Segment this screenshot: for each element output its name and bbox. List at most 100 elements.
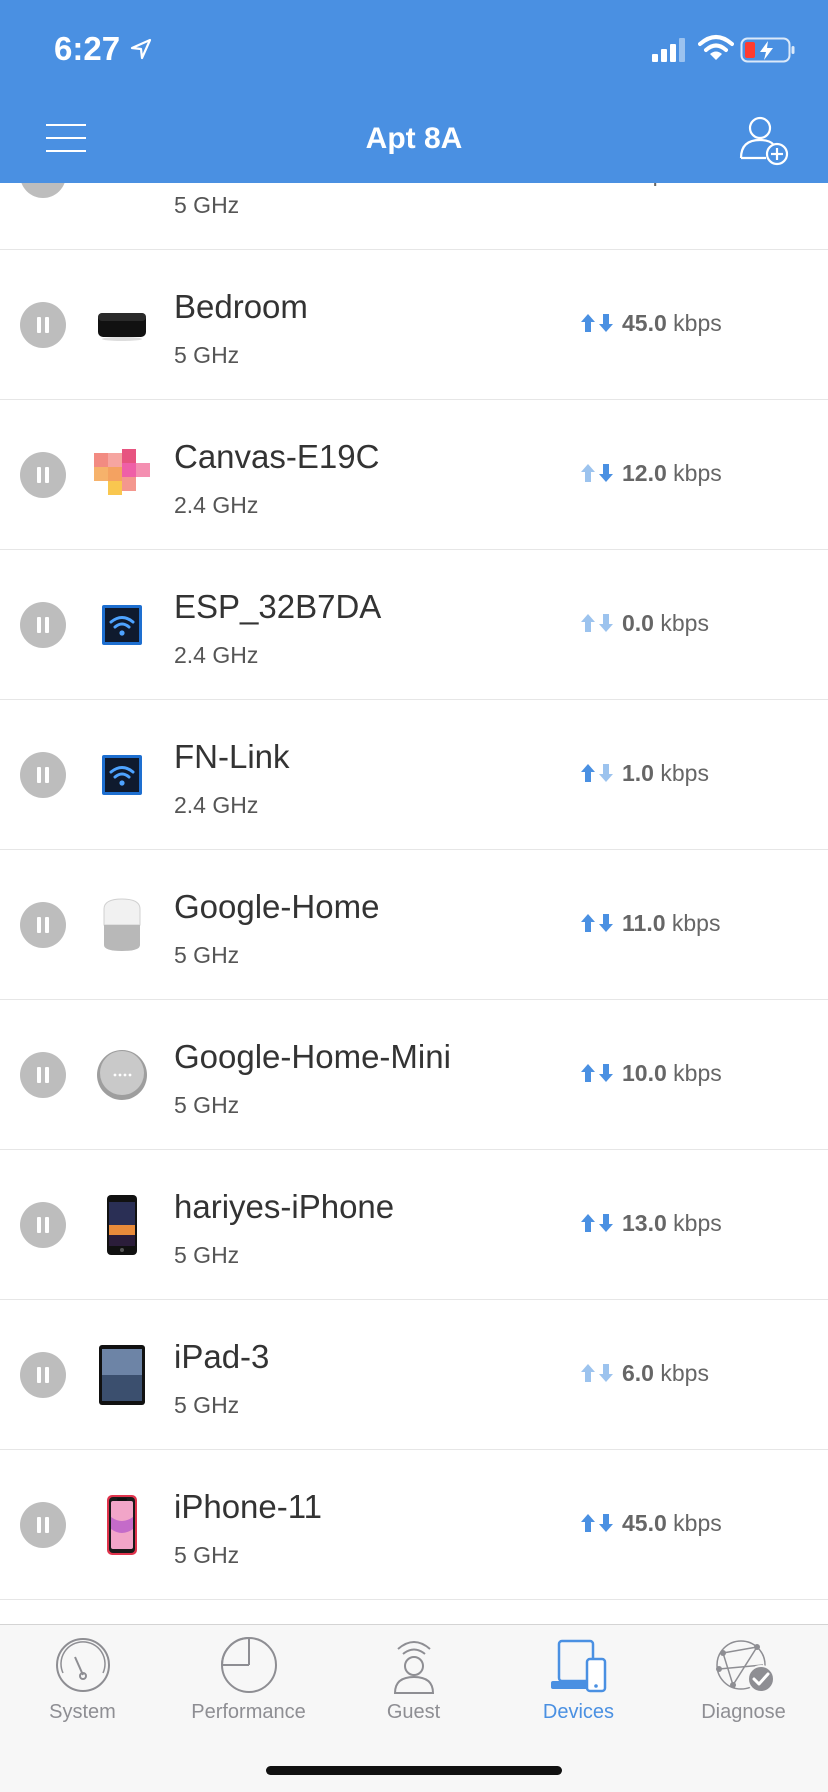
rate-unit: kbps: [673, 1060, 722, 1086]
tab-label: Performance: [191, 1701, 306, 1723]
tab-guest[interactable]: Guest: [331, 1635, 496, 1745]
pause-button[interactable]: [20, 1352, 66, 1398]
pause-button[interactable]: [20, 1202, 66, 1248]
iphone-11-icon: [107, 1495, 137, 1555]
device-name: hariyes-iPhone: [174, 1188, 395, 1225]
device-row[interactable]: FN-Link 2.4 GHz 1.0 kbps: [0, 700, 828, 850]
pause-button[interactable]: [20, 302, 66, 348]
rate-unit: kbps: [673, 310, 722, 336]
pause-button[interactable]: [20, 602, 66, 648]
device-band: 2.4 GHz: [174, 492, 259, 518]
google-home-icon: [103, 898, 141, 951]
device-name: FN-Link: [174, 738, 290, 775]
wifi-device-icon: [102, 605, 142, 645]
device-row[interactable]: ESP_32B7DA 2.4 GHz 0.0 kbps: [0, 550, 828, 700]
canvas-icon: [94, 449, 150, 495]
device-rate: 13.0 kbps: [580, 1210, 722, 1237]
rate-unit: kbps: [673, 460, 722, 486]
guest-icon: [393, 1641, 434, 1694]
device-name: Bedroom: [174, 288, 308, 325]
device-rate: 10.0 kbps: [580, 1060, 722, 1087]
rate-value: 10.0: [622, 1060, 667, 1086]
device-row[interactable]: iPhone-11 5 GHz 45.0 kbps: [0, 1450, 828, 1600]
device-row[interactable]: hariyes-iPhone 5 GHz 13.0 kbps: [0, 1150, 828, 1300]
device-band: 5 GHz: [174, 942, 240, 968]
location-arrow-icon: [130, 38, 152, 60]
device-band: 5 GHz: [174, 1092, 240, 1118]
wifi-status-icon: [698, 35, 734, 60]
header: 6:27 Apt 8A: [0, 0, 828, 183]
device-band: 5 GHz: [174, 1392, 240, 1418]
rate-unit: kbps: [673, 1510, 722, 1536]
tab-performance[interactable]: Performance: [166, 1635, 331, 1745]
up-down-arrows-icon: [581, 914, 613, 932]
device-rate: 45.0 kbps: [580, 310, 722, 337]
up-down-arrows-icon: [581, 464, 613, 482]
ipad-icon: [99, 1345, 145, 1405]
devices-icon: [550, 1639, 606, 1693]
rate-unit: kbps: [673, 1210, 722, 1236]
device-row[interactable]: Google-Home 5 GHz 11.0 kbps: [0, 850, 828, 1000]
up-down-arrows-icon: [581, 1064, 613, 1082]
rate-value: 45.0: [622, 310, 667, 336]
tab-label: System: [49, 1701, 116, 1723]
device-rate: 11.0 kbps: [580, 910, 720, 937]
rate-unit: kbps: [660, 610, 709, 636]
status-bar: 6:27: [0, 0, 828, 100]
device-name: Google-Home-Mini: [174, 1038, 451, 1075]
device-name: Canvas-E19C: [174, 438, 380, 475]
device-row[interactable]: Canvas-E19C 2.4 GHz 12.0 kbps: [0, 400, 828, 550]
pause-button[interactable]: [20, 902, 66, 948]
rate-unit: kbps: [660, 760, 709, 786]
device-band: 5 GHz: [174, 1542, 240, 1568]
pie-chart-icon: [220, 1637, 277, 1693]
pause-button[interactable]: [20, 452, 66, 498]
add-user-icon[interactable]: [738, 112, 792, 166]
pause-button[interactable]: [20, 1502, 66, 1548]
diagnose-icon: [715, 1640, 775, 1693]
device-rate: 6.0 kbps: [580, 1360, 709, 1387]
tab-label: Guest: [386, 1701, 441, 1723]
device-band: 5 GHz: [174, 342, 240, 368]
device-band: 5 GHz: [174, 192, 240, 218]
pause-button[interactable]: [20, 752, 66, 798]
wifi-device-icon: [102, 755, 142, 795]
rate-value: 0.0: [622, 610, 654, 636]
device-rate: 12.0 kbps: [580, 460, 722, 487]
device-list[interactable]: 5 GHz kbps Bedroom 5 GHz 45.0 kbps: [0, 100, 828, 1625]
up-down-arrows-icon: [581, 1364, 613, 1382]
device-rate: 45.0 kbps: [580, 1510, 722, 1537]
up-down-arrows-icon: [581, 614, 613, 632]
iphone-icon: [107, 1195, 137, 1255]
rate-value: 13.0: [622, 1210, 667, 1236]
device-band: 5 GHz: [174, 1242, 240, 1268]
tab-label: Devices: [542, 1701, 615, 1723]
pause-button[interactable]: [20, 1052, 66, 1098]
tab-label: Diagnose: [701, 1701, 786, 1723]
battery-charging-icon: [740, 37, 795, 63]
up-down-arrows-icon: [581, 1214, 613, 1232]
rate-unit: kbps: [660, 1360, 709, 1386]
rate-value: 45.0: [622, 1510, 667, 1536]
tab-devices[interactable]: Devices: [496, 1635, 661, 1745]
device-rate: 0.0 kbps: [580, 610, 709, 637]
tab-diagnose[interactable]: Diagnose: [661, 1635, 826, 1745]
device-row[interactable]: iPad-3 5 GHz 6.0 kbps: [0, 1300, 828, 1450]
rate-value: 1.0: [622, 760, 654, 786]
home-indicator: [266, 1766, 562, 1775]
device-row[interactable]: Google-Home-Mini 5 GHz 10.0 kbps: [0, 1000, 828, 1150]
up-down-arrows-icon: [581, 1514, 613, 1532]
page-title: Apt 8A: [365, 122, 463, 155]
device-band: 2.4 GHz: [174, 792, 259, 818]
cellular-signal-icon: [652, 38, 685, 62]
rate-value: 12.0: [622, 460, 667, 486]
device-name: iPhone-11: [174, 1488, 323, 1525]
device-band: 2.4 GHz: [174, 642, 259, 668]
tab-system[interactable]: System: [0, 1635, 165, 1745]
up-down-arrows-icon: [581, 314, 613, 332]
up-down-arrows-icon: [581, 764, 613, 782]
device-rate: 1.0 kbps: [580, 760, 709, 787]
device-row[interactable]: Bedroom 5 GHz 45.0 kbps: [0, 250, 828, 400]
device-name: iPad-3: [174, 1338, 270, 1375]
google-home-mini-icon: [97, 1050, 147, 1100]
